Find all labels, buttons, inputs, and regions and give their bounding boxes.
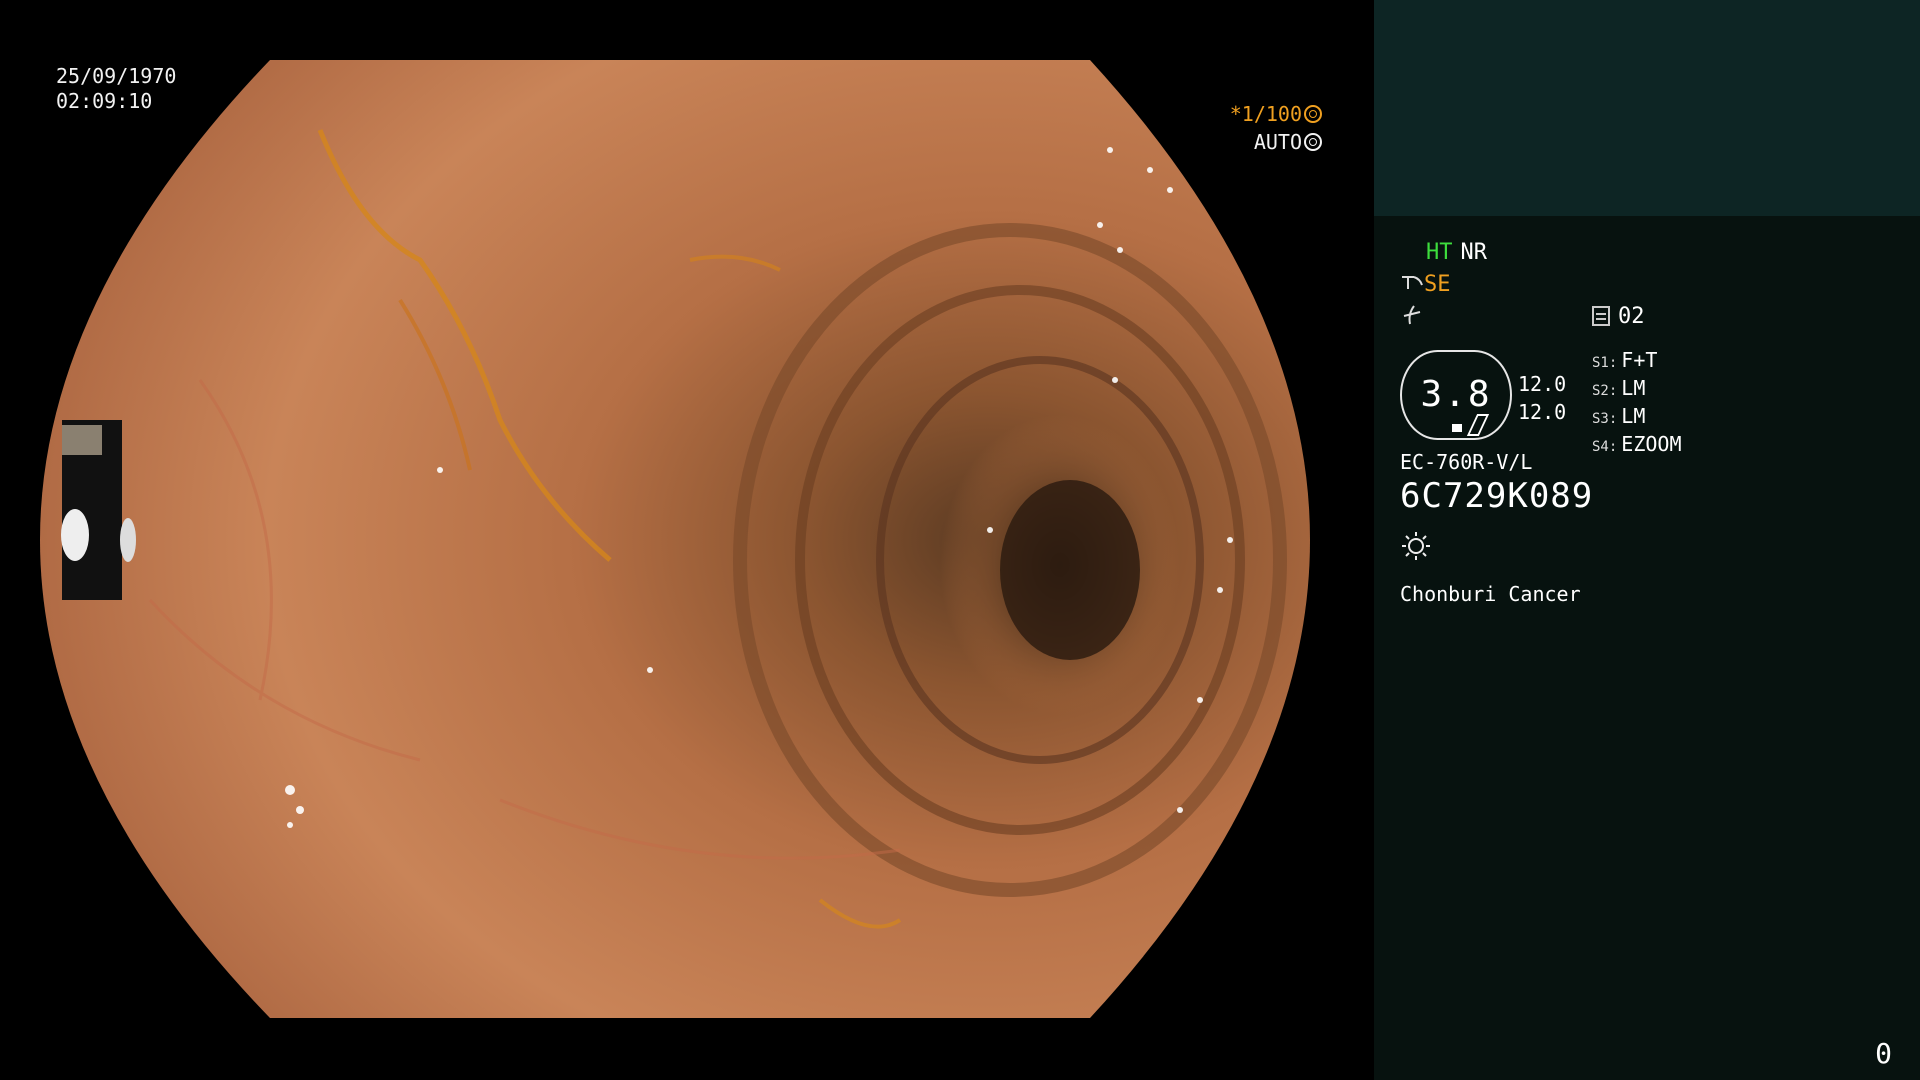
setting-key: S2: <box>1592 383 1618 399</box>
insertion-gauge: 3.8 <box>1400 350 1512 440</box>
brightness-icon <box>1402 532 1430 560</box>
info-panel: HT NR SE 02 3.8 12.0 12.0 S1:F+T S2:LM <box>1374 0 1920 1080</box>
gauge-value: 3.8 <box>1420 374 1492 415</box>
setting-row: S4: EZOOM <box>1592 432 1682 460</box>
auto-text: AUTO <box>1253 130 1302 154</box>
aperture-icon <box>1304 105 1322 123</box>
freeze-indicator <box>1400 304 1424 332</box>
setting-key: S3: <box>1592 411 1618 427</box>
side-value: 12.0 <box>1518 372 1567 396</box>
panel-header-area <box>1374 0 1920 216</box>
processing-flags: HT NR <box>1400 240 1487 265</box>
date-text: 25/09/1970 <box>56 64 177 88</box>
frame-counter: 0 <box>1875 1037 1892 1070</box>
time-text: 02:09:10 <box>56 89 153 113</box>
se-flag: SE <box>1424 272 1451 297</box>
side-value: 12.0 <box>1518 400 1567 424</box>
nr-flag: NR <box>1460 240 1488 265</box>
setting-value: EZOOM <box>1621 432 1682 456</box>
colon-lumen-image <box>40 60 1310 1018</box>
iris-icon <box>1304 133 1322 151</box>
gauge-needle-icon <box>1466 414 1490 436</box>
freeze-icon <box>1403 305 1421 325</box>
gauge-marker <box>1452 424 1462 432</box>
structure-enhancement: SE <box>1400 272 1451 297</box>
mode-number: 02 <box>1618 304 1645 329</box>
setting-row: S1: F+T <box>1592 348 1682 376</box>
memory-mode: 02 <box>1592 304 1645 329</box>
endoscope-view: 25/09/1970 02:09:10 *1/100 AUTO <box>0 0 1374 1080</box>
panel-content: HT NR SE 02 3.8 12.0 12.0 S1:F+T S2:LM <box>1400 240 1900 620</box>
setting-row: S2: LM <box>1592 376 1682 404</box>
setting-value: F+T <box>1621 348 1658 372</box>
setting-key: S4: <box>1592 439 1618 455</box>
exposure-overlay: *1/100 AUTO <box>1230 100 1322 156</box>
institution-note: Chonburi Cancer <box>1400 582 1581 606</box>
gauge-side-values: 12.0 12.0 <box>1518 370 1566 426</box>
enhancement-icon <box>1402 276 1423 289</box>
setting-key: S1: <box>1592 355 1618 371</box>
memory-icon <box>1592 306 1610 326</box>
scope-serial: 6C729K089 <box>1400 476 1594 516</box>
setting-value: LM <box>1621 376 1646 400</box>
ht-flag: HT <box>1426 240 1453 265</box>
setting-row: S3: LM <box>1592 404 1682 432</box>
scope-switch-settings: S1: F+T S2: LM S3: LM S4: EZOOM <box>1592 348 1682 460</box>
scope-model: EC-760R-V/L <box>1400 450 1533 474</box>
auto-iris: AUTO <box>1230 128 1322 156</box>
setting-value: LM <box>1621 404 1646 428</box>
shutter-text: *1/100 <box>1229 102 1302 126</box>
datetime-overlay: 25/09/1970 02:09:10 <box>56 64 176 114</box>
shutter-speed: *1/100 <box>1230 100 1322 128</box>
